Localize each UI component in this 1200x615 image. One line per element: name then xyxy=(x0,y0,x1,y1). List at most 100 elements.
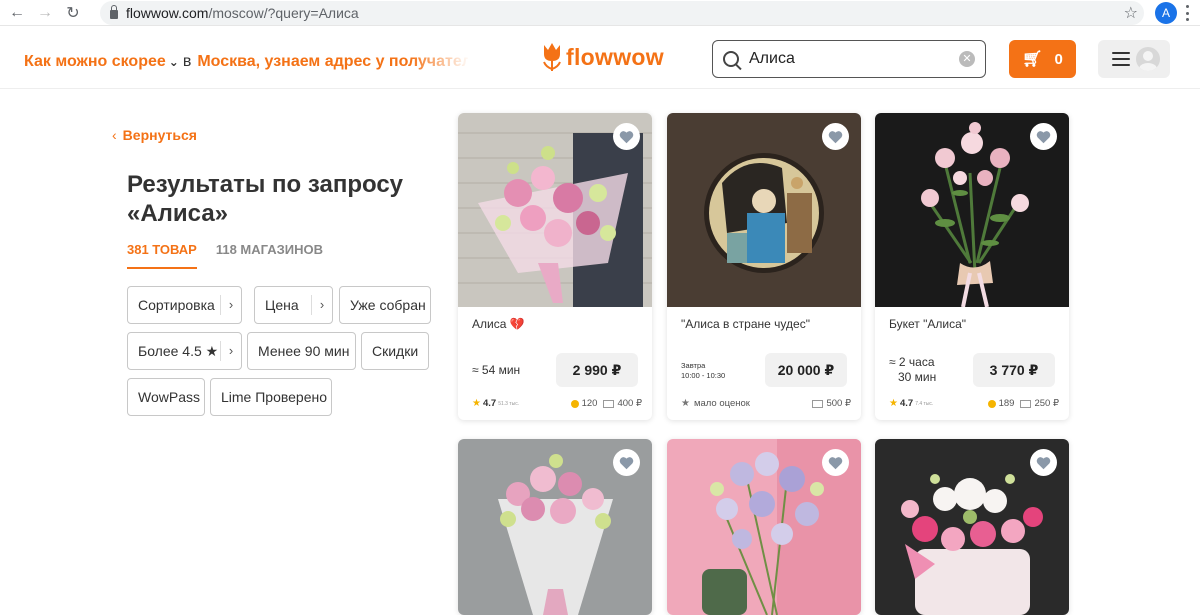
filter-ready-label: Уже собран xyxy=(350,297,426,313)
product-name[interactable]: Алиса 💔 xyxy=(472,317,525,331)
back-arrow-icon[interactable]: ← xyxy=(6,2,28,24)
product-card[interactable] xyxy=(667,439,861,615)
lock-icon xyxy=(110,5,118,19)
delivery-day: Завтра xyxy=(681,361,706,370)
hamburger-icon xyxy=(1112,52,1130,66)
filter-fast-label: Менее 90 мин xyxy=(258,343,350,359)
filter-fast[interactable]: Менее 90 мин xyxy=(247,332,356,370)
price-button[interactable]: 3 770 ₽ xyxy=(973,353,1055,387)
browser-toolbar: ← → ↻ flowwow.com/moscow/?query=Алиса ☆ … xyxy=(0,0,1200,26)
product-card[interactable]: Букет "Алиса" ≈ 2 часа 30 мин 3 770 ₽ ★ … xyxy=(875,113,1069,420)
product-card[interactable] xyxy=(875,439,1069,615)
url-path: /moscow/?query=Алиса xyxy=(208,5,359,21)
cart-count: 0 xyxy=(1054,50,1063,68)
product-meta: ★ мало оценок 500 ₽ xyxy=(681,398,851,409)
filter-price[interactable]: Цена › xyxy=(254,286,333,324)
filter-rating-label: Более 4.5 ★ xyxy=(138,342,219,359)
delivery-window: 10:00 - 10:30 xyxy=(681,371,726,380)
rating-text: мало оценок xyxy=(693,398,750,409)
filter-wowpass[interactable]: WowPass xyxy=(127,378,205,416)
rating-count: 7.4 тыс. xyxy=(915,400,934,407)
favorite-heart-icon[interactable] xyxy=(613,449,640,476)
delivery-hours: ≈ 2 часа xyxy=(889,355,935,369)
bonus-value: 120 xyxy=(581,398,598,409)
delivery-truck-icon xyxy=(812,399,824,408)
search-input[interactable] xyxy=(749,50,949,68)
bonus-coin-icon xyxy=(987,399,996,408)
favorite-heart-icon[interactable] xyxy=(1030,449,1057,476)
product-card[interactable]: Алиса 💔 ≈ 54 мин 2 990 ₽ ★ 4.7 51.3 тыс.… xyxy=(458,113,652,420)
browser-menu-icon[interactable] xyxy=(1186,5,1190,21)
filter-ready[interactable]: Уже собран xyxy=(339,286,431,324)
results-tabs: 381 ТОВАР 118 МАГАЗИНОВ xyxy=(127,242,342,269)
cart-icon: 🛒︎ xyxy=(1022,51,1043,68)
product-meta: ★ 4.7 51.3 тыс. 120 400 ₽ xyxy=(472,398,642,409)
chevron-left-icon: ‹ xyxy=(112,127,117,143)
cart-button[interactable]: 🛒︎ 0 xyxy=(1009,40,1076,78)
favorite-heart-icon[interactable] xyxy=(822,449,849,476)
delivery-time: ≈ 54 мин xyxy=(472,363,521,377)
back-label: Вернуться xyxy=(122,127,197,143)
delivery-in-label: в xyxy=(182,53,192,70)
filter-lime-label: Lime Проверено xyxy=(221,389,328,405)
site-header: Как можно скорее ⌄ в Москва, узнаем адрес у… xyxy=(0,27,1200,89)
bonus-value: 189 xyxy=(998,398,1015,409)
chevron-right-icon: › xyxy=(311,295,332,315)
product-name[interactable]: "Алиса в стране чудес" xyxy=(681,317,810,331)
price-button[interactable]: 20 000 ₽ xyxy=(765,353,847,387)
filter-discounts-label: Скидки xyxy=(372,343,419,359)
bookmark-star-icon[interactable]: ☆ xyxy=(1124,3,1138,23)
product-card[interactable] xyxy=(458,439,652,615)
filter-lime[interactable]: Lime Проверено xyxy=(210,378,332,416)
filter-rating[interactable]: Более 4.5 ★ › xyxy=(127,332,242,370)
logo[interactable]: flowwow xyxy=(542,42,664,72)
forward-arrow-icon[interactable]: → xyxy=(34,2,56,24)
tulip-logo-icon xyxy=(543,43,561,71)
clear-search-icon[interactable]: ✕ xyxy=(959,51,975,67)
delivery-price: 400 ₽ xyxy=(617,398,642,409)
search-box[interactable]: ✕ xyxy=(712,40,986,78)
profile-avatar[interactable]: A xyxy=(1155,2,1177,24)
user-menu-button[interactable] xyxy=(1098,40,1170,78)
favorite-heart-icon[interactable] xyxy=(613,123,640,150)
delivery-when[interactable]: Как можно скорее xyxy=(24,53,166,70)
product-card[interactable]: "Алиса в стране чудес" Завтра 10:00 - 10… xyxy=(667,113,861,420)
rating-count: 51.3 тыс. xyxy=(498,400,520,407)
filter-discounts[interactable]: Скидки xyxy=(361,332,429,370)
user-avatar-icon xyxy=(1136,47,1160,71)
page-title: Результаты по запросу «Алиса» xyxy=(127,171,404,227)
search-icon xyxy=(723,51,739,67)
favorite-heart-icon[interactable] xyxy=(822,123,849,150)
delivery-minutes: 30 мин xyxy=(898,370,937,384)
bonus-coin-icon xyxy=(570,399,579,408)
chevron-right-icon: › xyxy=(220,341,241,361)
delivery-time: Завтра 10:00 - 10:30 xyxy=(681,361,725,381)
filter-wowpass-label: WowPass xyxy=(138,389,200,405)
rating-star-icon: ★ xyxy=(472,398,481,409)
chevron-down-icon[interactable]: ⌄ xyxy=(169,55,179,69)
tab-products[interactable]: 381 ТОВАР xyxy=(127,242,197,269)
chevron-right-icon: › xyxy=(220,295,241,315)
delivery-selector[interactable]: Как можно скорее ⌄ в Москва, узнаем адрес у… xyxy=(24,53,468,71)
rating-star-icon: ★ xyxy=(889,398,898,409)
text-fade-overlay xyxy=(410,47,470,77)
back-link[interactable]: ‹ Вернуться xyxy=(112,127,197,143)
logo-text: flowwow xyxy=(566,43,664,70)
delivery-time: ≈ 2 часа 30 мин xyxy=(889,355,936,385)
filter-sort-label: Сортировка xyxy=(138,297,215,313)
delivery-price: 250 ₽ xyxy=(1034,398,1059,409)
delivery-truck-icon xyxy=(603,399,615,408)
favorite-heart-icon[interactable] xyxy=(1030,123,1057,150)
delivery-truck-icon xyxy=(1020,399,1032,408)
filter-sort[interactable]: Сортировка › xyxy=(127,286,242,324)
rating-star-icon: ★ xyxy=(681,398,690,409)
price-button[interactable]: 2 990 ₽ xyxy=(556,353,638,387)
product-name[interactable]: Букет "Алиса" xyxy=(889,317,966,331)
rating-value: 4.7 xyxy=(899,398,914,409)
address-bar[interactable]: flowwow.com/moscow/?query=Алиса ☆ xyxy=(100,1,1144,25)
delivery-price: 500 ₽ xyxy=(826,398,851,409)
tab-shops[interactable]: 118 МАГАЗИНОВ xyxy=(216,242,323,269)
reload-icon[interactable]: ↻ xyxy=(62,2,84,24)
url-host: flowwow.com xyxy=(126,5,209,21)
product-meta: ★ 4.7 7.4 тыс. 189 250 ₽ xyxy=(889,398,1059,409)
